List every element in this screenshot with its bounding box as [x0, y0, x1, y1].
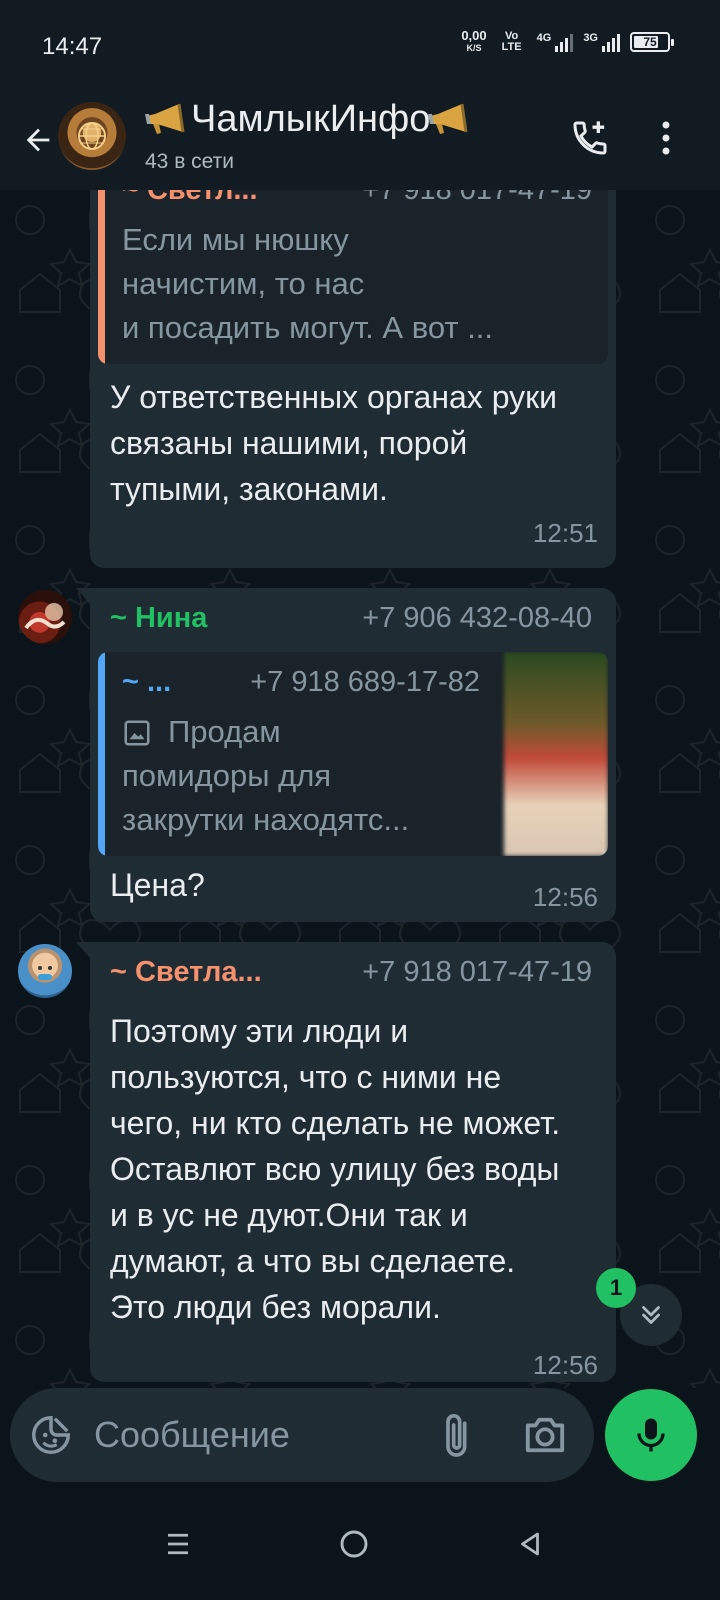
back-arrow-icon: [26, 128, 50, 152]
back-nav-button[interactable]: [500, 1514, 560, 1574]
more-vert-icon: [662, 121, 670, 155]
signal-4g-icon: 4G: [537, 32, 574, 52]
reply-image-thumbnail: [504, 652, 608, 856]
sender-name[interactable]: ~ Светла...: [110, 956, 262, 989]
avatar-photo-icon: [24, 603, 66, 630]
system-navigation-bar: [0, 1488, 720, 1600]
recents-button[interactable]: [148, 1514, 208, 1574]
message-time: 12:56: [532, 882, 598, 912]
chat-title[interactable]: ЧамлыкИнфо: [143, 98, 474, 141]
microphone-icon: [637, 1418, 665, 1452]
message-text: Цена?: [110, 867, 205, 903]
home-circle-icon: [340, 1530, 368, 1558]
back-button[interactable]: [12, 114, 64, 166]
network-speed: 0,00 K/S: [461, 28, 487, 54]
chat-title-text: ЧамлыкИнфо: [191, 98, 431, 140]
network-speed-value: 0,00: [461, 28, 487, 43]
message-composer: [10, 1388, 594, 1482]
unread-count-badge: 1: [596, 1268, 636, 1308]
sticker-button[interactable]: [28, 1412, 74, 1458]
volte-icon: Vo LTE: [497, 31, 527, 53]
signal-3g-icon: 3G: [583, 32, 620, 52]
avatar-photo-icon: [38, 966, 52, 980]
sender-phone: +7 906 432-08-40: [362, 602, 592, 634]
message-bubble[interactable]: ~ Светл... +7 918 017-47-19 Если мы нюшк…: [90, 190, 616, 568]
globe-emblem-icon: [78, 122, 106, 150]
sticker-icon: [32, 1416, 70, 1454]
reply-quote-bar: [98, 652, 105, 856]
megaphone-icon: [145, 103, 185, 134]
reply-quote[interactable]: ~ ... +7 918 689-17-82 Продам помидоры д…: [98, 652, 608, 856]
home-button[interactable]: [324, 1514, 384, 1574]
back-triangle-icon: [521, 1532, 539, 1556]
double-chevron-down-icon: [642, 1306, 660, 1324]
message-header: ~ Нина +7 906 432-08-40: [110, 602, 592, 635]
reply-quote-header: ~ ... +7 918 689-17-82: [122, 666, 480, 699]
chat-header: ЧамлыкИнфо 43 в сети: [0, 92, 720, 190]
message-bubble[interactable]: ~ Нина +7 906 432-08-40 ~ ... +7 918 689…: [76, 588, 616, 922]
reply-quote-bar: [98, 190, 105, 364]
status-icons: 0,00 K/S Vo LTE 4G 3G 75: [461, 28, 674, 54]
message-list[interactable]: ~ Светл... +7 918 017-47-19 Если мы нюшк…: [0, 190, 720, 1388]
online-count: 43 в сети: [145, 150, 235, 173]
network-label-3g: 3G: [583, 32, 598, 44]
voice-record-button[interactable]: [605, 1389, 697, 1481]
message-time: 12:56: [532, 1350, 598, 1380]
message-header: ~ Светла... +7 918 017-47-19: [110, 956, 592, 989]
add-call-button[interactable]: [562, 110, 618, 166]
volte-label: Vo LTE: [501, 30, 522, 53]
group-avatar[interactable]: [58, 102, 126, 170]
reply-sender-phone: +7 918 689-17-82: [250, 666, 480, 698]
message-text: Поэтому эти люди и пользуются, что с ним…: [110, 1013, 561, 1325]
reply-quote-header: ~ Светл... +7 918 017-47-19: [122, 190, 592, 207]
attach-button[interactable]: [438, 1410, 478, 1460]
network-speed-unit: K/S: [466, 43, 482, 53]
message-text: У ответственных органах руки связаны наш…: [110, 379, 557, 507]
sender-phone: +7 918 017-47-19: [362, 956, 592, 988]
battery-level: 75: [643, 35, 657, 49]
member-avatar[interactable]: [18, 590, 72, 644]
megaphone-icon: [428, 103, 468, 134]
reply-sender-name: ~ ...: [122, 666, 172, 698]
camera-button[interactable]: [522, 1414, 568, 1456]
reply-sender-phone: +7 918 017-47-19: [362, 190, 592, 206]
message-time: 12:51: [532, 518, 598, 548]
status-time: 14:47: [42, 33, 103, 60]
network-label-4g: 4G: [536, 32, 552, 44]
reply-sender-name: ~ Светл...: [122, 190, 258, 206]
paperclip-icon: [446, 1414, 467, 1457]
battery-icon: 75: [630, 32, 674, 52]
status-bar: 14:47 0,00 K/S Vo LTE 4G 3G 75: [0, 0, 720, 92]
member-avatar[interactable]: [18, 944, 72, 998]
message-bubble[interactable]: ~ Светла... +7 918 017-47-19 Поэтому эти…: [76, 942, 616, 1382]
reply-text: Если мы нюшку начистим, то нас и посадит…: [122, 222, 494, 345]
camera-icon: [525, 1417, 565, 1453]
add-call-icon: [573, 121, 607, 155]
reply-quote[interactable]: ~ Светл... +7 918 017-47-19 Если мы нюшк…: [98, 190, 608, 364]
more-options-button[interactable]: [646, 110, 686, 166]
menu-lines-icon: [168, 1533, 188, 1555]
message-input[interactable]: [94, 1410, 424, 1460]
sender-name[interactable]: ~ Нина: [110, 602, 207, 635]
reply-text: Продам помидоры для закрутки находятс...: [122, 714, 410, 837]
